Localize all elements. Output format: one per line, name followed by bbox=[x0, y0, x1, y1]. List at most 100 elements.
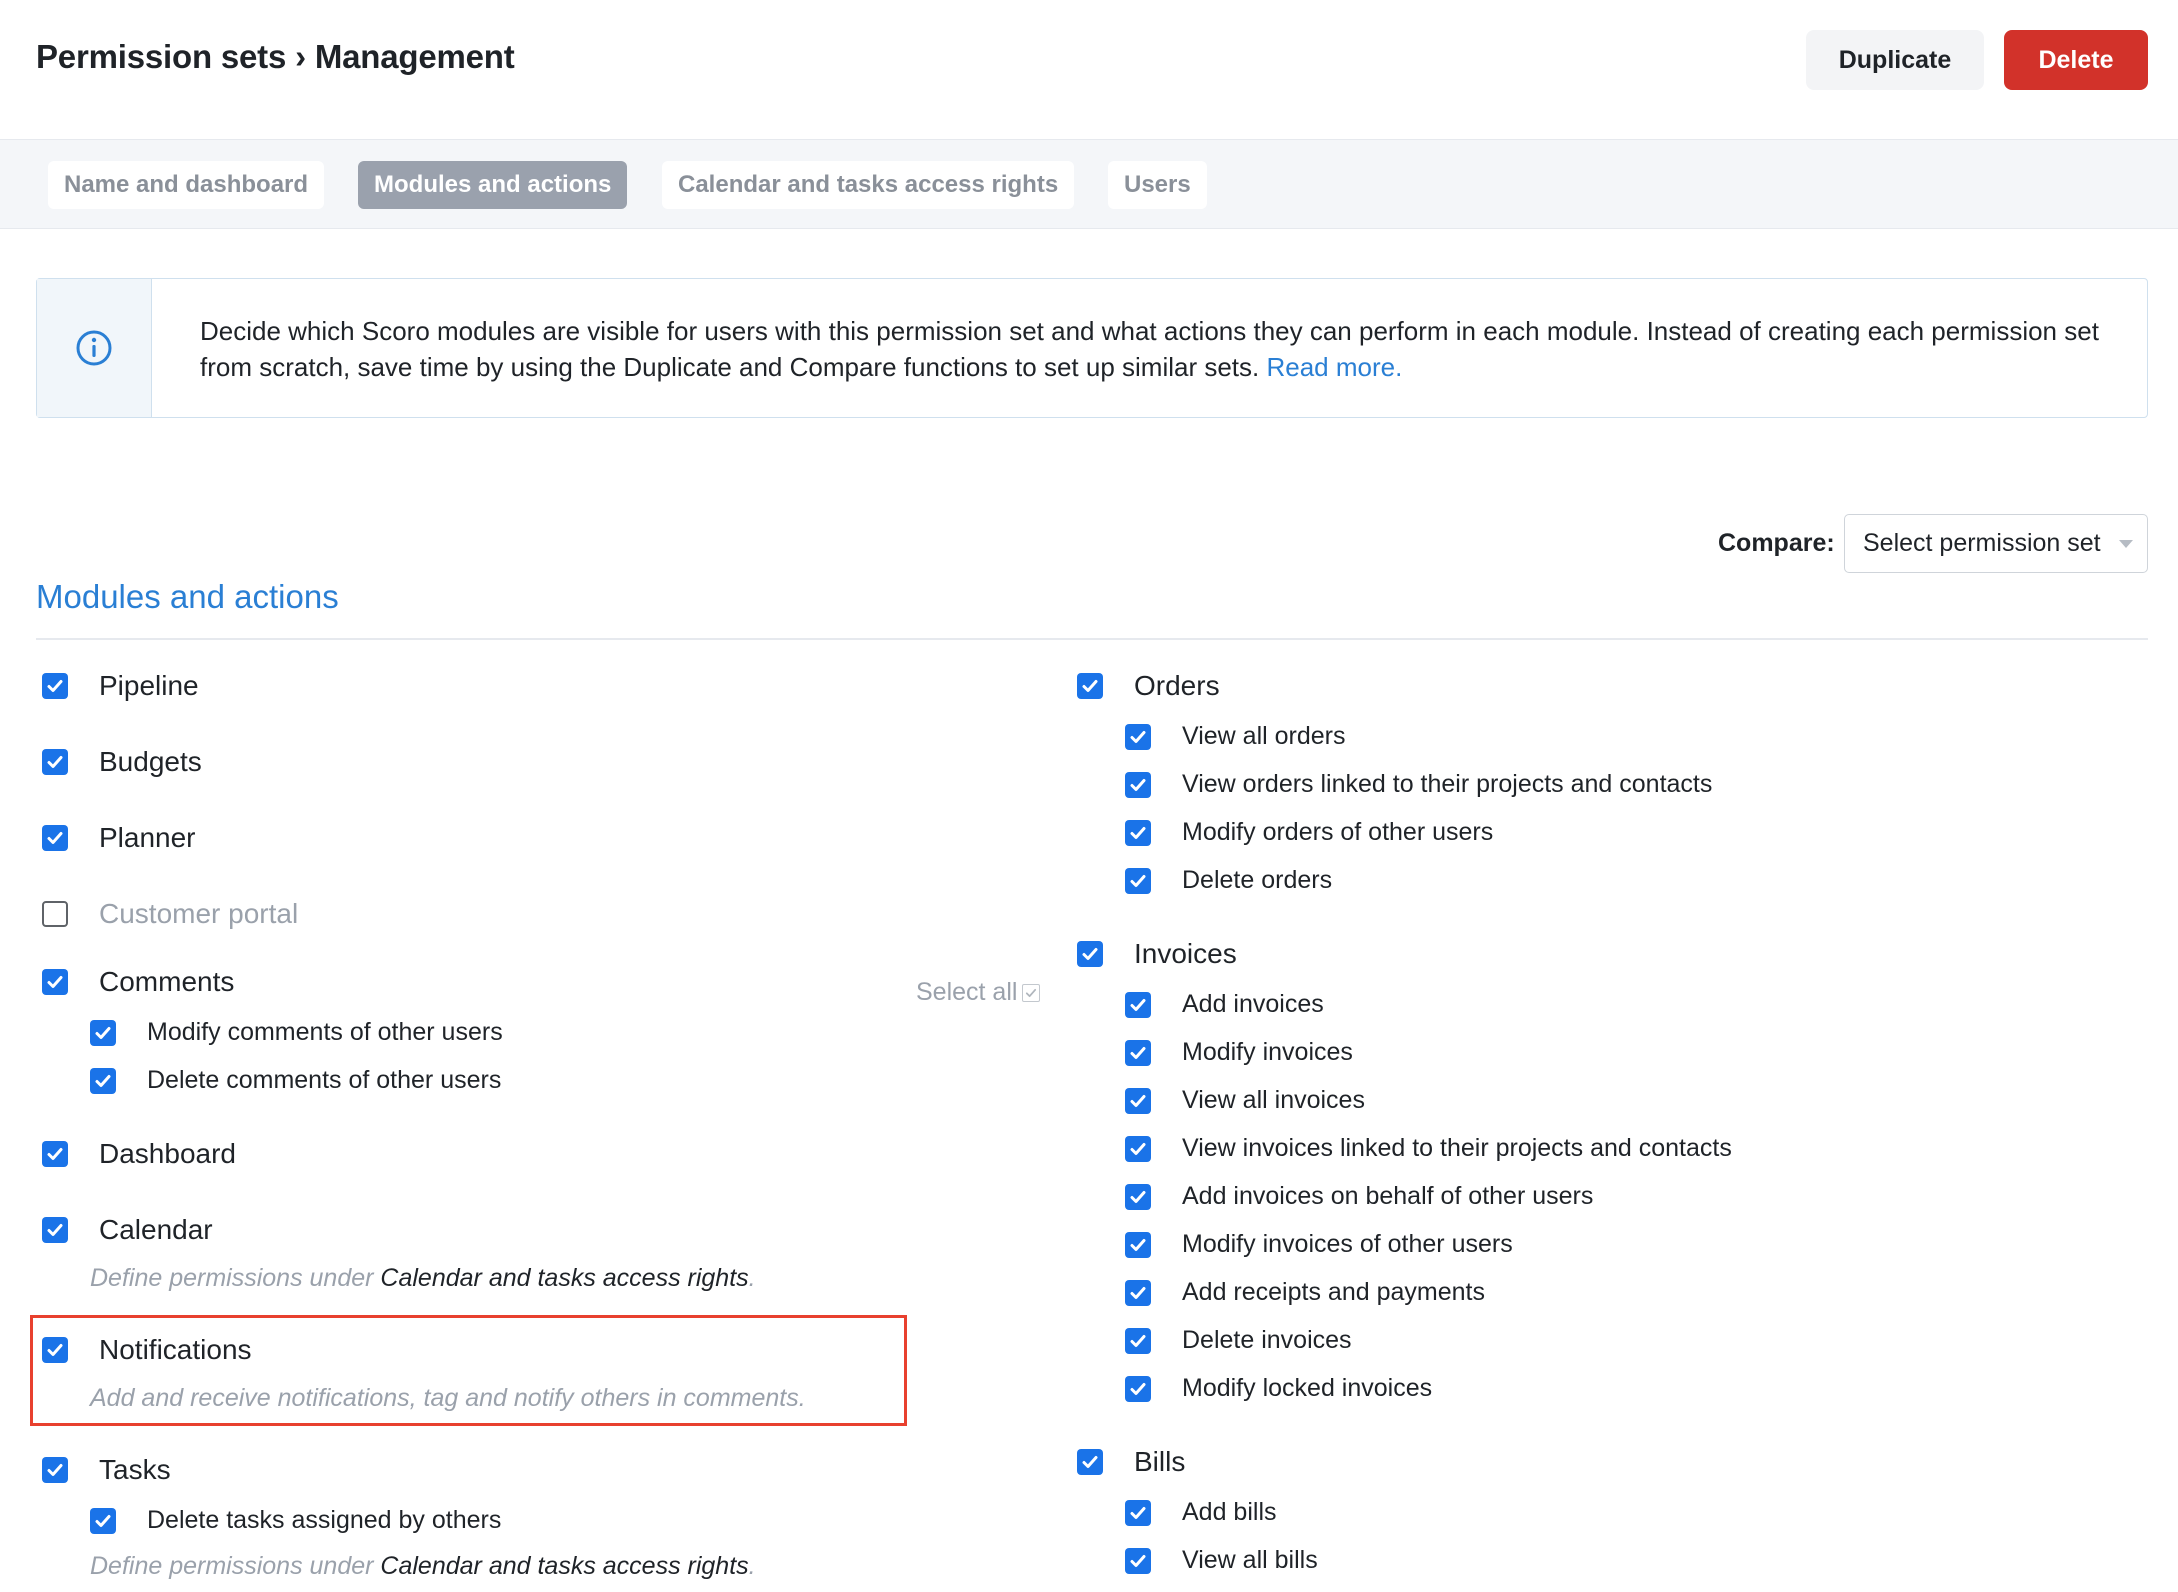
action-delete-orders: Delete orders bbox=[1125, 866, 1332, 895]
module-comments: Comments bbox=[42, 966, 234, 998]
modify-invoices-others-checkbox[interactable] bbox=[1125, 1231, 1151, 1258]
add-receipts-checkbox[interactable] bbox=[1125, 1279, 1151, 1306]
bills-label: Bills bbox=[1134, 1446, 1186, 1477]
comments-checkbox[interactable] bbox=[42, 969, 68, 995]
comments-label: Comments bbox=[99, 966, 235, 997]
view-all-invoices-checkbox[interactable] bbox=[1125, 1087, 1151, 1114]
duplicate-button[interactable]: Duplicate bbox=[1806, 30, 1984, 90]
module-planner: Planner bbox=[42, 822, 196, 854]
check-icon bbox=[1130, 1506, 1146, 1519]
check-icon bbox=[47, 832, 63, 844]
action-modify-comments: Modify comments of other users bbox=[90, 1018, 503, 1047]
calendar-note: Define permissions under Calendar and ta… bbox=[90, 1264, 756, 1293]
orders-checkbox[interactable] bbox=[1077, 673, 1103, 699]
page-header: Permission sets › Management Duplicate D… bbox=[0, 0, 2178, 139]
view-all-bills-checkbox[interactable] bbox=[1125, 1547, 1151, 1574]
dashboard-label: Dashboard bbox=[99, 1138, 236, 1169]
check-icon bbox=[1130, 826, 1146, 839]
view-linked-invoices-checkbox[interactable] bbox=[1125, 1135, 1151, 1162]
check-icon bbox=[47, 1344, 63, 1356]
module-budgets: Budgets bbox=[42, 746, 202, 778]
action-delete-comments: Delete comments of other users bbox=[90, 1066, 501, 1095]
module-orders: Orders bbox=[1077, 670, 1220, 702]
view-linked-orders-label: View orders linked to their projects and… bbox=[1182, 770, 1713, 798]
add-invoices-label: Add invoices bbox=[1182, 990, 1324, 1018]
tasks-checkbox[interactable] bbox=[42, 1457, 68, 1483]
planner-label: Planner bbox=[99, 822, 196, 853]
check-icon bbox=[47, 756, 63, 768]
action-delete-invoices: Delete invoices bbox=[1125, 1326, 1352, 1355]
module-calendar: Calendar bbox=[42, 1214, 213, 1246]
modify-invoices-checkbox[interactable] bbox=[1125, 1039, 1151, 1066]
notifications-note: Add and receive notifications, tag and n… bbox=[90, 1384, 806, 1412]
modify-locked-invoices-checkbox[interactable] bbox=[1125, 1375, 1151, 1402]
view-all-bills-label: View all bills bbox=[1182, 1546, 1318, 1574]
delete-comments-checkbox[interactable] bbox=[90, 1067, 116, 1094]
modify-orders-label: Modify orders of other users bbox=[1182, 818, 1494, 846]
notifications-checkbox[interactable] bbox=[42, 1337, 68, 1363]
check-icon bbox=[1130, 730, 1146, 743]
check-icon bbox=[95, 1074, 111, 1087]
calendar-note-link: Calendar and tasks access rights bbox=[380, 1264, 749, 1292]
calendar-checkbox[interactable] bbox=[42, 1217, 68, 1243]
action-modify-orders: Modify orders of other users bbox=[1125, 818, 1493, 847]
read-more-link[interactable]: Read more. bbox=[1266, 352, 1402, 382]
tab-name-and-dashboard[interactable]: Name and dashboard bbox=[48, 161, 325, 209]
bills-checkbox[interactable] bbox=[1077, 1449, 1103, 1475]
delete-button[interactable]: Delete bbox=[2004, 30, 2148, 90]
calendar-note-prefix: Define permissions under bbox=[90, 1264, 381, 1292]
add-invoices-checkbox[interactable] bbox=[1125, 991, 1151, 1018]
modify-comments-checkbox[interactable] bbox=[90, 1019, 116, 1046]
modify-comments-label: Modify comments of other users bbox=[147, 1018, 503, 1046]
check-icon bbox=[1130, 1382, 1146, 1395]
tab-modules-and-actions[interactable]: Modules and actions bbox=[358, 161, 628, 209]
view-linked-orders-checkbox[interactable] bbox=[1125, 771, 1151, 798]
calendar-note-suffix: . bbox=[748, 1264, 756, 1292]
check-icon bbox=[95, 1026, 111, 1039]
delete-tasks-checkbox[interactable] bbox=[90, 1507, 116, 1534]
add-receipts-label: Add receipts and payments bbox=[1182, 1278, 1485, 1306]
info-text: Decide which Scoro modules are visible f… bbox=[200, 313, 2110, 385]
add-invoices-behalf-label: Add invoices on behalf of other users bbox=[1182, 1182, 1594, 1210]
action-add-invoices: Add invoices bbox=[1125, 990, 1324, 1019]
check-icon bbox=[1130, 1286, 1146, 1299]
tab-users[interactable]: Users bbox=[1108, 161, 1207, 209]
check-icon bbox=[47, 976, 63, 988]
add-bills-checkbox[interactable] bbox=[1125, 1499, 1151, 1526]
delete-orders-checkbox[interactable] bbox=[1125, 867, 1151, 894]
check-icon bbox=[47, 1464, 63, 1476]
info-description: Decide which Scoro modules are visible f… bbox=[200, 316, 2099, 382]
delete-orders-label: Delete orders bbox=[1182, 866, 1333, 894]
dashboard-checkbox[interactable] bbox=[42, 1141, 68, 1167]
action-view-all-bills: View all bills bbox=[1125, 1546, 1318, 1575]
delete-invoices-checkbox[interactable] bbox=[1125, 1327, 1151, 1354]
chevron-down-icon bbox=[2119, 540, 2133, 548]
module-tasks: Tasks bbox=[42, 1454, 171, 1486]
invoices-checkbox[interactable] bbox=[1077, 941, 1103, 967]
check-icon bbox=[1130, 1094, 1146, 1107]
modify-orders-checkbox[interactable] bbox=[1125, 819, 1151, 846]
delete-invoices-label: Delete invoices bbox=[1182, 1326, 1352, 1354]
check-icon bbox=[1082, 948, 1098, 960]
customer-portal-label: Customer portal bbox=[99, 898, 299, 929]
select-all-checkbox[interactable] bbox=[1022, 983, 1041, 1002]
compare-select[interactable]: Select permission set bbox=[1844, 514, 2148, 573]
budgets-label: Budgets bbox=[99, 746, 202, 777]
action-view-linked-orders: View orders linked to their projects and… bbox=[1125, 770, 1712, 799]
delete-comments-label: Delete comments of other users bbox=[147, 1066, 502, 1094]
planner-checkbox[interactable] bbox=[42, 825, 68, 851]
check-icon bbox=[1130, 874, 1146, 887]
info-banner-side bbox=[37, 279, 152, 417]
check-icon bbox=[47, 680, 63, 692]
select-all-toggle[interactable]: Select all bbox=[916, 978, 1041, 1007]
budgets-checkbox[interactable] bbox=[42, 749, 68, 775]
tab-calendar-and-tasks-access-rights[interactable]: Calendar and tasks access rights bbox=[662, 161, 1075, 209]
check-icon bbox=[1130, 1190, 1146, 1203]
add-invoices-behalf-checkbox[interactable] bbox=[1125, 1183, 1151, 1210]
page-title: Permission sets › Management bbox=[36, 38, 515, 75]
module-bills: Bills bbox=[1077, 1446, 1185, 1478]
pipeline-checkbox[interactable] bbox=[42, 673, 68, 699]
view-all-orders-checkbox[interactable] bbox=[1125, 723, 1151, 750]
check-icon bbox=[1130, 778, 1146, 791]
customer-portal-checkbox[interactable] bbox=[42, 901, 68, 927]
